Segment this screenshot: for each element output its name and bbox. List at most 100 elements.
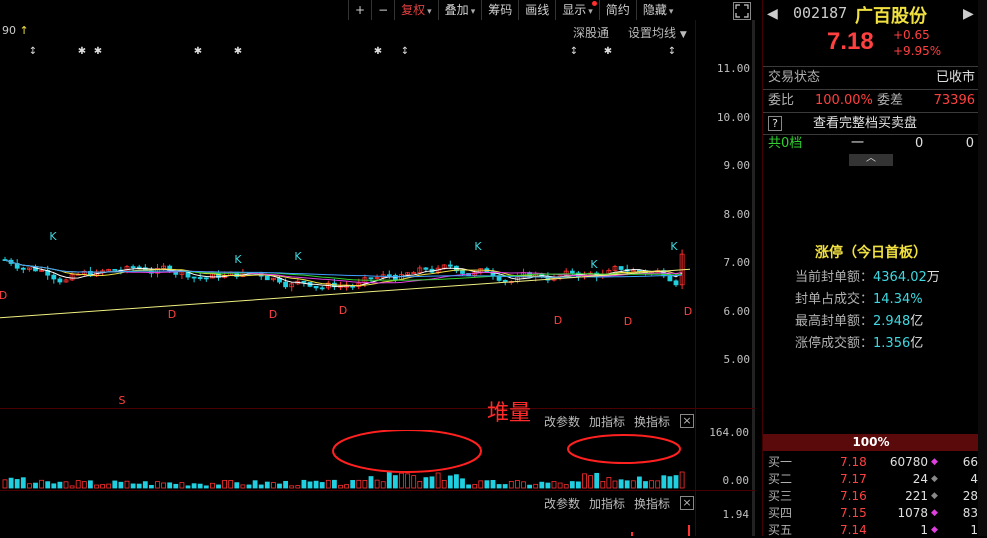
candle-body: [502, 279, 508, 283]
volume-bar: [356, 479, 362, 489]
limit-up-row: 当前封单额：4364.02万: [795, 270, 940, 285]
volume-bar: [612, 480, 618, 489]
k-signal-label: K: [474, 240, 482, 253]
candle-body: [667, 275, 673, 282]
toolbar-button-3[interactable]: 叠加 ▾: [437, 0, 482, 20]
d-signal-label: D: [0, 289, 7, 302]
k-signal-label: K: [590, 258, 598, 271]
toolbar-button-8[interactable]: 隐藏 ▾: [635, 0, 680, 20]
flag-diamond-icon: ◆: [931, 491, 938, 501]
stock-name: 广百股份: [855, 6, 927, 27]
toolbar-button-2[interactable]: 复权 ▾: [394, 0, 438, 20]
prev-stock-icon[interactable]: ◀: [767, 6, 778, 22]
vol-close-icon[interactable]: ×: [680, 414, 694, 428]
volume-bar: [350, 480, 356, 489]
bid-level-row[interactable]: 买四 7.15 1078 ◆ 83: [768, 505, 978, 521]
macd-close-icon[interactable]: ×: [680, 496, 694, 510]
volume-bar: [624, 480, 630, 489]
volume-bar: [142, 481, 148, 489]
volume-bar: [179, 482, 185, 489]
volume-bar: [51, 483, 57, 489]
limit-up-row: 涨停成交额：1.356亿: [795, 336, 924, 351]
candle-body: [386, 274, 392, 277]
volume-bar: [344, 484, 350, 489]
volume-bar: [270, 482, 276, 489]
expand-icon[interactable]: [733, 2, 751, 20]
volume-bar: [618, 479, 624, 489]
volume-bar: [319, 482, 325, 489]
price-axis-tick: 6.00: [723, 304, 751, 318]
quote-panel: ◀ 002187 广百股份 ▶ 7.18 +0.65 +9.95% 交易状态 已…: [762, 0, 987, 537]
vol-switch-indicator-button[interactable]: 换指标: [634, 413, 670, 430]
candle-body: [313, 285, 319, 289]
volume-bar: [484, 480, 490, 489]
d-signal-label: D: [269, 308, 277, 321]
toolbar-button-0[interactable]: +: [348, 0, 371, 20]
volume-bar: [405, 473, 411, 489]
event-marker-icon: ✱: [194, 46, 202, 57]
main-chart[interactable]: 90 ↑ 深股通 设置均线 ▼ ↕ ✱ ✱ ✱ ✱ ✱ ↕ ↕ ✱ ↕ K K K K K K D D D D D D D S: [0, 20, 695, 408]
volume-bar: [246, 484, 252, 489]
bid-level-row[interactable]: 买三 7.16 221 ◆ 28: [768, 488, 978, 504]
candlestick-chart: ↕ ✱ ✱ ✱ ✱ ✱ ↕ ↕ ✱ ↕ K K K K K K D D D D D D D S: [0, 46, 692, 407]
stock-code: 002187: [793, 4, 848, 22]
volume-bar: [594, 472, 600, 489]
full-book-row[interactable]: ? 查看完整档买卖盘: [763, 113, 979, 134]
volume-bar: [8, 477, 14, 489]
candle-body: [447, 264, 453, 267]
volume-bar: [460, 478, 465, 489]
collapse-chevron-icon[interactable]: ︿: [849, 154, 893, 166]
highlight-ellipse: [332, 430, 482, 473]
bid-level-row[interactable]: 买二 7.17 24 ◆ 4: [768, 471, 978, 487]
vol-add-indicator-button[interactable]: 加指标: [589, 413, 625, 430]
full-book-link[interactable]: 查看完整档买卖盘: [813, 113, 917, 134]
volume-bar: [527, 484, 532, 489]
event-marker-icon: ↕: [401, 46, 409, 57]
volume-bar: [392, 475, 398, 489]
volume-bar: [447, 475, 453, 489]
volume-bar: [362, 479, 368, 489]
side-tab-strip[interactable]: [978, 0, 987, 536]
volume-bar: [222, 479, 228, 489]
bid-ask-ratio-bar: 100%: [763, 434, 979, 451]
volume-bar: [118, 481, 124, 489]
d-signal-label: D: [684, 305, 692, 318]
vol-change-params-button[interactable]: 改参数: [544, 413, 580, 430]
volume-bar: [582, 473, 587, 489]
candle-body: [460, 270, 465, 274]
candle-body: [301, 280, 307, 283]
volume-bar: [136, 483, 142, 489]
price-axis: 11.00 10.00 9.00 8.00 7.00 6.00 5.00: [695, 20, 756, 536]
next-stock-icon[interactable]: ▶: [963, 6, 974, 22]
volume-bar: [209, 482, 215, 489]
volume-bar: [557, 482, 563, 489]
macd-switch-indicator-button[interactable]: 换指标: [634, 495, 670, 512]
d-signal-label: D: [168, 308, 176, 321]
k-signal-label: K: [294, 250, 302, 263]
volume-bar: [649, 480, 654, 489]
toolbar-button-7[interactable]: 简约: [598, 0, 636, 20]
volume-bar: [185, 485, 191, 489]
candle-body: [112, 269, 118, 271]
volume-bar: [295, 485, 301, 489]
volume-bar: [148, 484, 154, 489]
toolbar-button-1[interactable]: −: [371, 0, 394, 20]
volume-bar: [301, 479, 307, 489]
volume-bar: [258, 484, 264, 489]
candle-body: [57, 278, 63, 283]
toolbar-button-4[interactable]: 筹码: [481, 0, 518, 20]
macd-change-params-button[interactable]: 改参数: [544, 495, 580, 512]
bid-level-row[interactable]: 买一 7.18 60780 ◆ 66: [768, 454, 978, 470]
volume-bar: [588, 475, 593, 489]
toolbar-button-5[interactable]: 画线: [518, 0, 555, 20]
volume-bar: [228, 480, 234, 489]
toolbar-button-6[interactable]: 显示 ▾: [555, 0, 599, 20]
volume-bar: [453, 474, 459, 489]
candle-body: [423, 267, 429, 270]
volume-bar: [155, 481, 160, 489]
macd-add-indicator-button[interactable]: 加指标: [589, 495, 625, 512]
d-signal-label: D: [339, 304, 347, 317]
dropdown-arrow-icon: ▾: [427, 7, 432, 17]
volume-bar: [240, 484, 246, 489]
event-marker-icon: ↕: [29, 46, 37, 57]
